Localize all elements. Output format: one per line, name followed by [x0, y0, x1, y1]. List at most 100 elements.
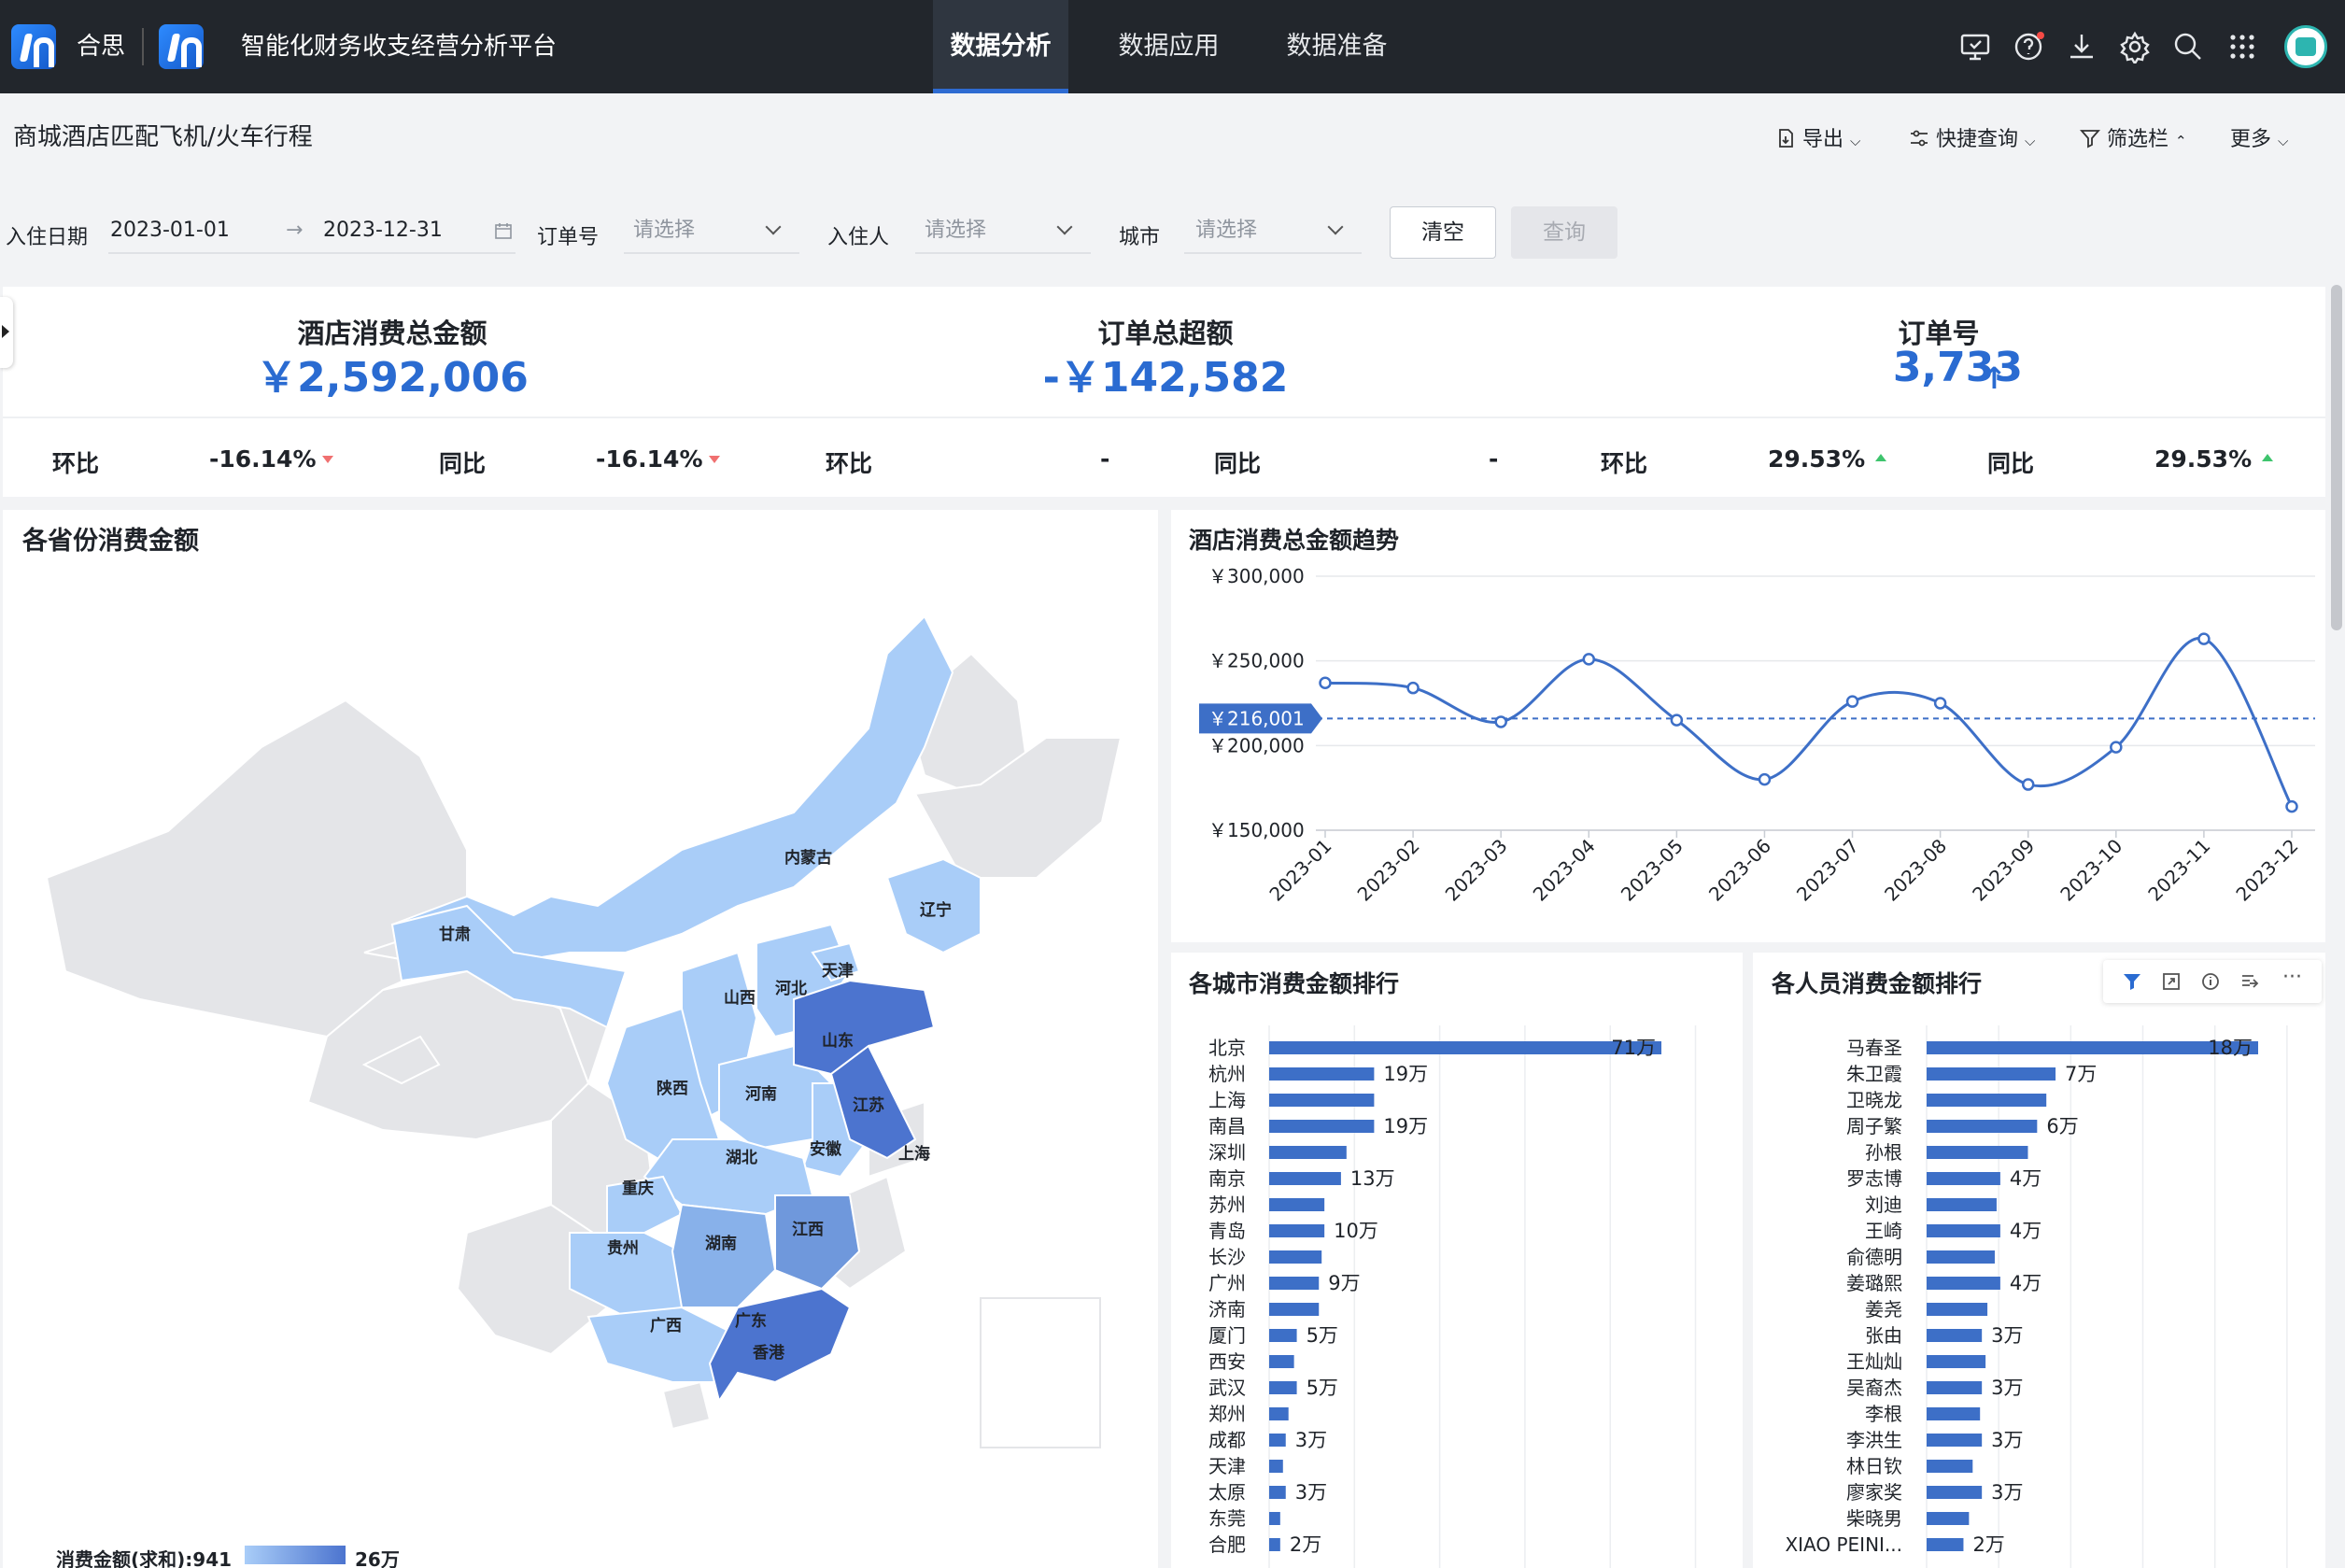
city-select[interactable]: 请选择 [1184, 207, 1362, 254]
guest-select[interactable]: 请选择 [915, 207, 1091, 254]
bar-category-label: 上海 [1208, 1089, 1246, 1111]
bar[interactable] [1927, 1250, 1995, 1264]
map-label: 陕西 [657, 1079, 688, 1098]
bar[interactable] [1927, 1198, 1997, 1211]
bar[interactable] [1927, 1486, 1983, 1499]
kpi1-hb-value: - [1100, 445, 1110, 473]
tab-data-application[interactable]: 数据应用 [1101, 0, 1236, 93]
map-label: 香港 [753, 1343, 785, 1363]
bar-value-label: 3万 [1295, 1429, 1327, 1451]
bar[interactable] [1927, 1120, 2038, 1133]
search-icon[interactable] [2171, 30, 2205, 64]
map-label: 辽宁 [920, 900, 952, 920]
guest-label: 入住人 [827, 226, 890, 249]
trend-point[interactable] [1319, 676, 1332, 689]
trend-point[interactable] [2197, 632, 2211, 645]
bar[interactable] [1269, 1041, 1661, 1054]
map-label: 广西 [650, 1316, 682, 1335]
person-bar-chart: 马春圣 18万朱卫霞 7万卫晓龙周子繁 6万孙根罗志博 4万刘迪王崎 4万俞德明姜璐熙 4万… [1785, 1025, 2288, 1568]
apps-grid-icon[interactable] [2225, 30, 2259, 64]
bar[interactable] [1927, 1538, 1964, 1551]
bar[interactable] [1269, 1172, 1341, 1185]
tab-data-preparation[interactable]: 数据准备 [1269, 0, 1405, 93]
bar[interactable] [1269, 1224, 1325, 1237]
bar[interactable] [1269, 1303, 1320, 1316]
bar[interactable] [1269, 1250, 1322, 1264]
bar[interactable] [1269, 1277, 1320, 1290]
bar[interactable] [1269, 1067, 1375, 1081]
brand-name: 合思 [77, 33, 126, 61]
map-legend-gradient[interactable] [245, 1546, 346, 1564]
map-label: 甘肃 [439, 925, 471, 944]
download-icon[interactable] [2065, 30, 2098, 64]
bar[interactable] [1927, 1172, 2000, 1185]
bar[interactable] [1927, 1407, 1981, 1420]
bar[interactable] [1269, 1460, 1283, 1473]
bar[interactable] [1269, 1512, 1280, 1525]
clear-button[interactable]: 清空 [1390, 206, 1496, 259]
trend-point[interactable] [1845, 695, 1859, 708]
bar[interactable] [1927, 1329, 1983, 1342]
quick-query-button[interactable]: 快捷查询 ⌵ [1908, 122, 2035, 152]
map-title: 各省份消费金额 [22, 527, 199, 556]
bar-value-label: 19万 [1383, 1063, 1428, 1085]
bar[interactable] [1927, 1067, 2056, 1081]
trend-point[interactable] [1933, 697, 1947, 710]
bar[interactable] [1927, 1146, 2028, 1159]
bar[interactable] [1269, 1538, 1280, 1551]
bar[interactable] [1269, 1355, 1294, 1368]
page-scrollbar[interactable] [2331, 285, 2342, 630]
bar-value-label: 6万 [2046, 1115, 2078, 1137]
filter-bar-button[interactable]: 筛选栏 ⌃ [2079, 122, 2187, 152]
side-expand-handle[interactable] [0, 297, 13, 368]
bar[interactable] [1269, 1434, 1286, 1447]
trend-point[interactable] [2110, 741, 2123, 754]
bar[interactable] [1927, 1512, 1970, 1525]
date-range-input[interactable]: 2023-01-01 → 2023-12-31 [108, 207, 516, 254]
bar[interactable] [1927, 1277, 2000, 1290]
bar[interactable] [1927, 1094, 2047, 1107]
bar[interactable] [1269, 1094, 1375, 1107]
date-end[interactable]: 2023-12-31 [323, 207, 443, 254]
bar[interactable] [1269, 1198, 1325, 1211]
trend-point[interactable] [1582, 653, 1596, 666]
query-button[interactable]: 查询 [1511, 206, 1617, 259]
gear-icon[interactable] [2118, 30, 2152, 64]
bar[interactable] [1927, 1303, 1988, 1316]
bar[interactable] [1269, 1146, 1347, 1159]
trend-point[interactable] [1494, 715, 1507, 728]
hainan-region [661, 1380, 712, 1431]
more-button[interactable]: 更多 ⌵ [2230, 122, 2288, 152]
bar-value-label: 5万 [1307, 1324, 1338, 1347]
city-label: 城市 [1119, 226, 1161, 249]
calendar-icon[interactable] [493, 220, 514, 241]
bar[interactable] [1269, 1381, 1297, 1394]
trend-point[interactable] [1758, 772, 1772, 786]
chevron-down-icon [765, 219, 782, 235]
help-icon[interactable] [2012, 30, 2045, 64]
order-select[interactable]: 请选择 [624, 207, 799, 254]
bar[interactable] [1927, 1224, 2000, 1237]
trend-point[interactable] [2285, 799, 2298, 813]
bar[interactable] [1269, 1486, 1286, 1499]
city-bar-chart: 北京 71万杭州 19万上海南昌 19万深圳南京 13万苏州青岛 10万长沙广州 9万济南厦… [1208, 1025, 1697, 1568]
date-start[interactable]: 2023-01-01 [110, 207, 230, 254]
bar[interactable] [1927, 1381, 1983, 1394]
bar[interactable] [1927, 1460, 1973, 1473]
bar[interactable] [1269, 1329, 1297, 1342]
trend-x-tick: 2023-05 [1617, 835, 1688, 906]
bar[interactable] [1269, 1407, 1289, 1420]
trend-point[interactable] [2021, 778, 2035, 791]
bar-category-label: 王崎 [1865, 1220, 1902, 1242]
bar[interactable] [1927, 1355, 1986, 1368]
trend-point[interactable] [1670, 713, 1684, 727]
down-triangle-icon [709, 456, 720, 463]
user-avatar[interactable] [2284, 25, 2327, 68]
tab-data-analysis[interactable]: 数据分析 [933, 0, 1068, 93]
bar[interactable] [1927, 1434, 1983, 1447]
export-button[interactable]: 导出 ⌵ [1774, 122, 1860, 152]
screen-icon[interactable] [1958, 30, 1992, 64]
bar[interactable] [1269, 1120, 1375, 1133]
bar-category-label: 姜尧 [1865, 1298, 1902, 1321]
trend-point[interactable] [1406, 681, 1420, 695]
